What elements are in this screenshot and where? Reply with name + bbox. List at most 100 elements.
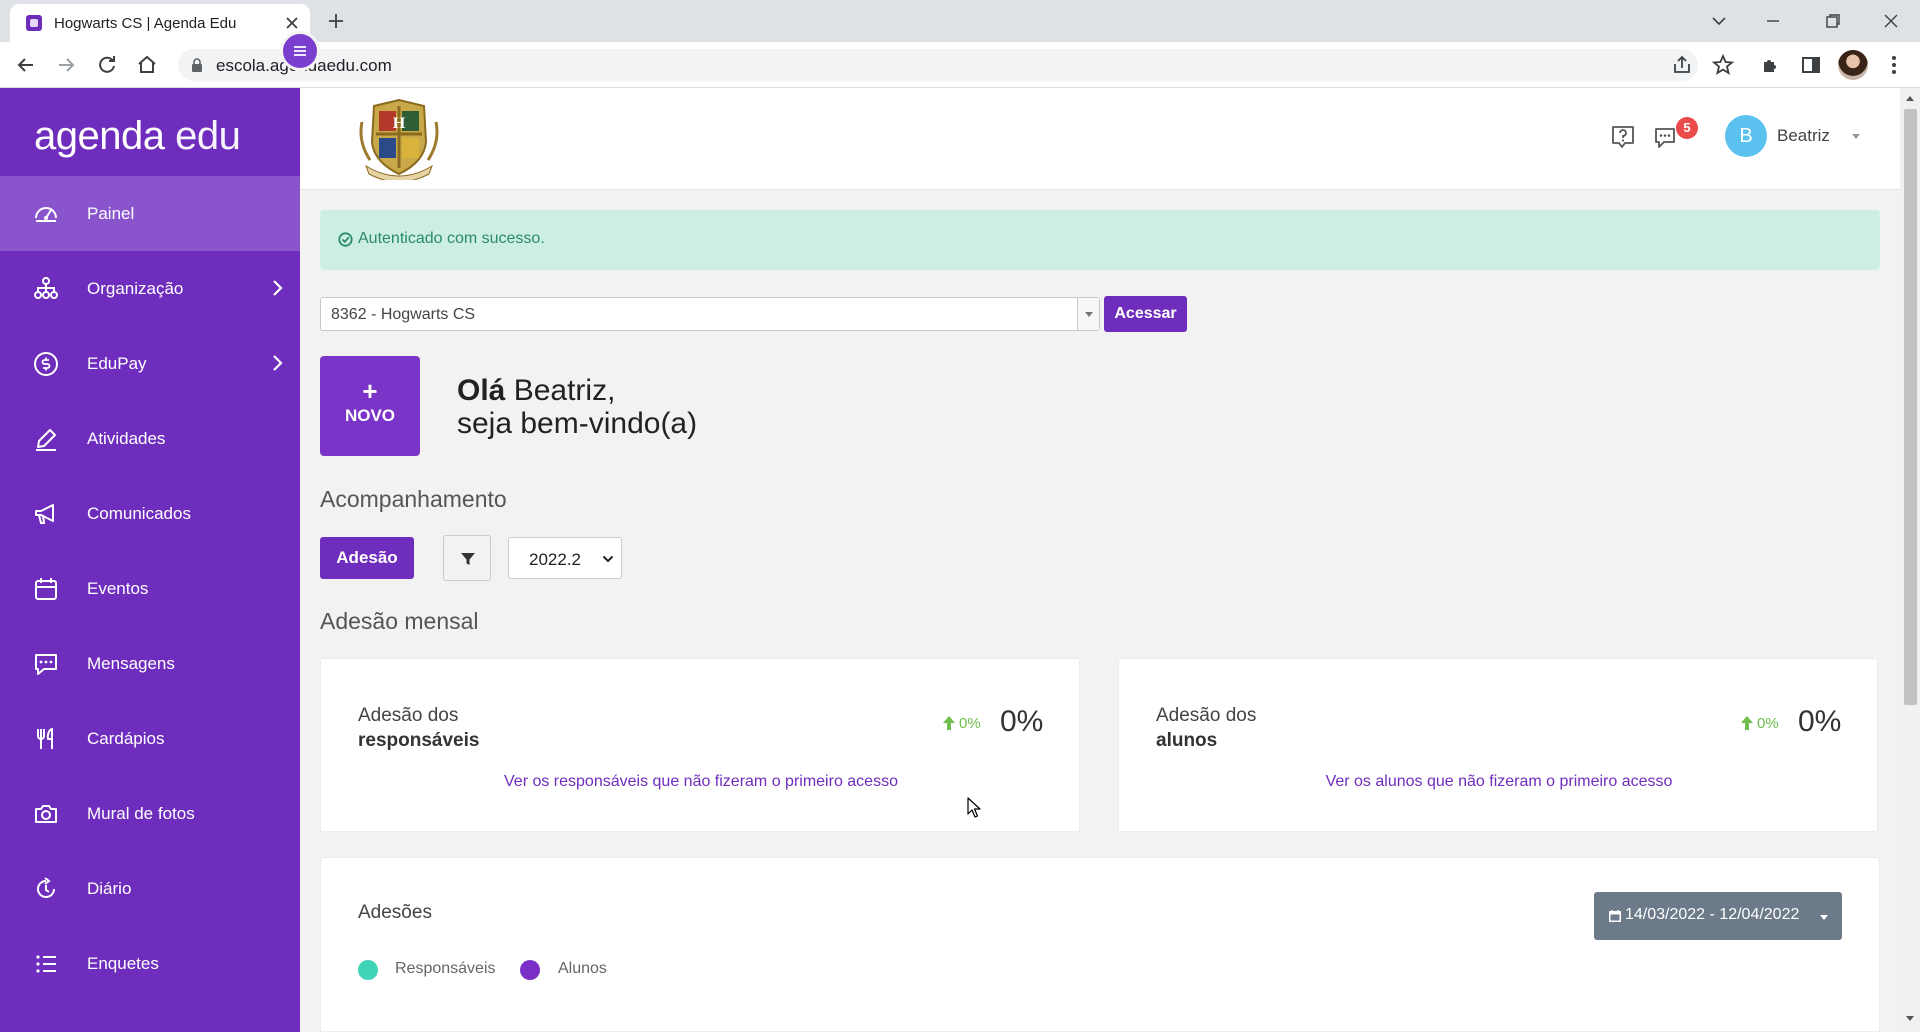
favicon-icon [26,15,42,31]
adhesion-value: 0% [1000,705,1044,738]
card-responsaveis: Adesão dos responsáveis 0% 0% Ver os res… [320,658,1080,832]
new-button[interactable]: + NOVO [320,356,420,456]
cycle-icon [37,877,55,898]
legend-dot-responsaveis [358,960,378,980]
alunos-link[interactable]: Ver os alunos que não fizeram o primeiro… [1119,773,1879,791]
period-select[interactable]: 2022.2 [508,537,622,579]
close-icon[interactable] [282,13,302,33]
side-panel-icon[interactable] [1799,53,1823,77]
card-title: Adesão dos alunos [1156,705,1257,751]
date-range-text: 14/03/2022 - 12/04/2022 [1625,906,1800,923]
sidebar-nav: Painel Organização EduPay Atividades Com… [0,176,300,1001]
sidebar-item-atividades[interactable]: Atividades [0,401,300,476]
agenda-edu-logo[interactable]: agenda edu [34,114,241,159]
sidebar-item-comunicados[interactable]: Comunicados [0,476,300,551]
reload-icon[interactable] [95,53,119,77]
filter-icon [461,553,475,565]
sidebar-item-enquetes[interactable]: Enquetes [0,926,300,1001]
adhesions-panel: Adesões 14/03/2022 - 12/04/2022 Responsá… [320,857,1880,1032]
hamburger-icon [294,46,306,56]
arrow-up-icon [1741,716,1753,730]
sidebar: agenda edu Painel Organização EduPay Ati… [0,88,300,1032]
sidebar-item-painel[interactable]: Painel [0,176,300,251]
restore-icon[interactable] [1821,9,1845,33]
sidebar-item-eventos[interactable]: Eventos [0,551,300,626]
minimize-icon[interactable] [1761,9,1785,33]
back-icon[interactable] [14,53,38,77]
forward-icon[interactable] [54,53,78,77]
address-bar[interactable]: escola.agendaedu.com [178,49,1698,81]
sidebar-item-label: Mensagens [87,654,175,673]
browser-tab[interactable]: Hogwarts CS | Agenda Edu [10,4,310,42]
change-percent: 0% [959,715,981,732]
change-percent: 0% [1757,715,1779,732]
share-icon[interactable] [1670,53,1694,77]
profile-avatar[interactable] [1838,50,1868,80]
tab-search-icon[interactable] [1707,9,1731,33]
menu-toggle-button[interactable] [280,31,320,71]
scroll-down-arrow[interactable] [1906,1016,1914,1021]
lock-icon [192,58,202,72]
user-name[interactable]: Beatriz [1777,126,1830,146]
period-select-value: 2022.2 [529,550,581,569]
select-arrow-icon[interactable] [1077,298,1099,330]
sidebar-item-label: Organização [87,279,184,298]
alert-message: Autenticado com sucesso. [358,230,545,247]
chevron-right-icon [273,355,283,371]
tab-adesao[interactable]: Adesão [320,537,414,579]
sidebar-item-label: Eventos [87,579,149,598]
sidebar-item-label: Atividades [87,429,166,448]
plus-icon: + [362,376,378,406]
school-select[interactable]: 8362 - Hogwarts CS [320,297,1100,331]
home-icon[interactable] [135,53,159,77]
user-avatar[interactable]: B [1725,115,1767,157]
card-alunos: Adesão dos alunos 0% 0% Ver os alunos qu… [1118,658,1878,832]
megaphone-icon [35,504,54,524]
sidebar-item-diario[interactable]: Diário [0,851,300,926]
notification-badge: 5 [1676,117,1698,139]
sidebar-item-label: Painel [87,204,135,223]
responsaveis-link[interactable]: Ver os responsáveis que não fizeram o pr… [321,773,1081,791]
school-crest-logo[interactable]: H [354,94,444,180]
help-icon[interactable] [1610,124,1636,150]
calendar-icon [1609,910,1621,922]
monthly-heading: Adesão mensal [320,608,479,634]
dollar-icon [34,352,58,376]
bookmark-star-icon[interactable] [1711,53,1735,77]
caret-down-icon [1820,915,1828,920]
sidebar-item-label: Enquetes [87,954,159,973]
organization-icon [34,277,58,299]
sidebar-item-mural-de-fotos[interactable]: Mural de fotos [0,776,300,851]
sidebar-item-cardapios[interactable]: Cardápios [0,701,300,776]
greeting-line: Olá Beatriz, [457,374,616,407]
top-header: H 5 B Beatriz [300,88,1900,190]
caret-down-icon[interactable] [1850,131,1862,141]
page-scrollbar[interactable] [1900,88,1920,1032]
arrow-up-icon [943,716,955,730]
scroll-up-arrow[interactable] [1906,96,1914,101]
access-button[interactable]: Acessar [1104,296,1187,332]
school-select-value: 8362 - Hogwarts CS [331,306,476,323]
card-title: Adesão dos responsáveis [358,705,480,751]
more-menu-icon[interactable] [1882,53,1906,77]
sidebar-item-organizacao[interactable]: Organização [0,251,300,326]
date-range-picker[interactable]: 14/03/2022 - 12/04/2022 [1594,892,1842,940]
chevron-right-icon [273,280,283,296]
svg-text:H: H [393,115,406,132]
extensions-icon[interactable] [1759,53,1783,77]
sidebar-item-edupay[interactable]: EduPay [0,326,300,401]
welcome-line: seja bem-vindo(a) [457,407,698,440]
cutlery-icon [37,727,53,749]
adhesion-value: 0% [1798,705,1842,738]
sidebar-item-mensagens[interactable]: Mensagens [0,626,300,701]
window-close-icon[interactable] [1879,9,1903,33]
chat-icon [35,654,57,675]
new-tab-icon[interactable] [326,11,346,31]
pencil-icon [36,429,56,451]
sidebar-item-label: Comunicados [87,504,191,523]
legend-dot-alunos [520,960,540,980]
scroll-thumb[interactable] [1904,109,1917,705]
new-button-label: NOVO [344,406,396,425]
success-alert: Autenticado com sucesso. [320,210,1880,270]
filter-button[interactable] [443,535,491,581]
